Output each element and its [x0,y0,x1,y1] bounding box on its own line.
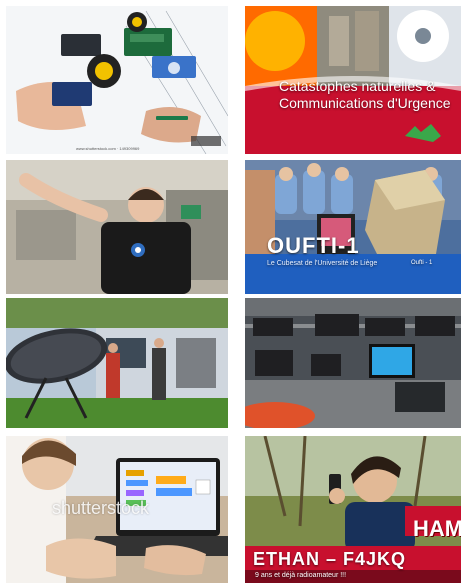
astronaut-photo [6,160,228,294]
coding-photo: shutterstock [6,436,228,583]
oufti-poster: OUFTI-1 Le Cubesat de l'Université de Li… [245,160,461,294]
oufti-subtitle: Le Cubesat de l'Université de Liège [267,260,378,267]
watermark: shutterstock [52,498,150,518]
banner-subtitle: 9 ans et déjà radioamateur !!! [255,572,347,579]
oufti-title: OUFTI-1 [267,233,360,258]
oufti-logo: Oufti - 1 [411,260,433,266]
radio-station-photo [245,298,461,428]
watermark: www.shutterstock.com · 149309969 [76,146,140,151]
catastrophes-poster: Catastophes naturelles & Communications … [245,6,461,154]
banner-title: ETHAN – F4JKQ [253,549,407,569]
electronics-photo: www.shutterstock.com · 149309969 [6,6,228,154]
ham-tag: HAM [413,516,461,541]
dish-photo [6,298,228,428]
ham-poster: HAM ETHAN – F4JKQ 9 ans et déjà radioama… [245,436,461,583]
poster-title: Catastophes naturelles & Communications … [279,78,451,111]
